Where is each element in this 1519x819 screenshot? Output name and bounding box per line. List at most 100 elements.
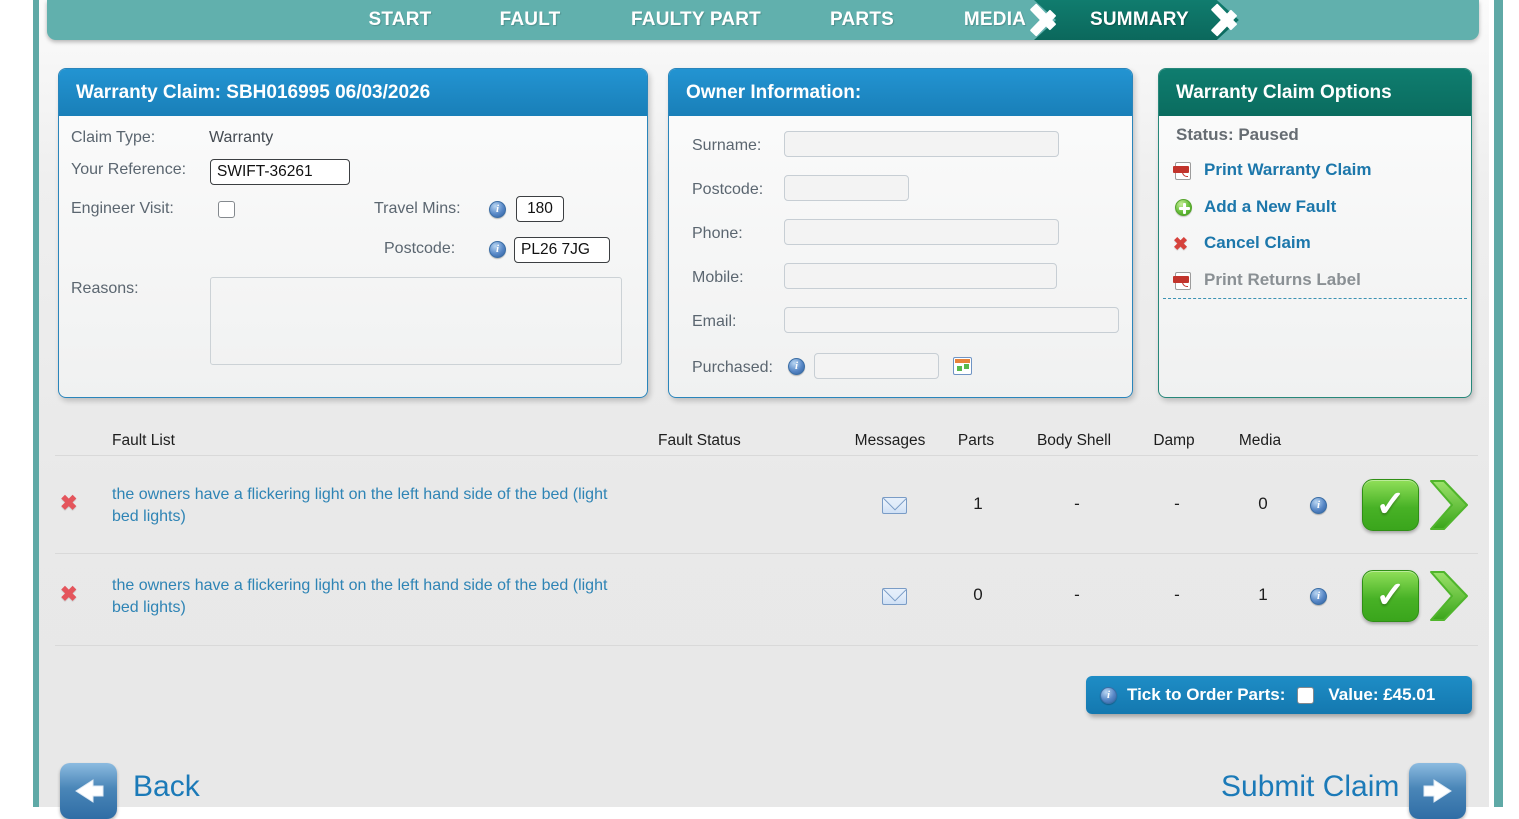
- damp-value: -: [1174, 494, 1180, 513]
- body-shell-value: -: [1074, 585, 1080, 604]
- order-parts-label: Tick to Order Parts:: [1127, 685, 1286, 704]
- surname-label: Surname:: [692, 137, 762, 154]
- nav-step-media[interactable]: MEDIA: [964, 0, 1026, 40]
- submit-claim-button[interactable]: [1409, 763, 1466, 819]
- forward-arrow-icon: [1423, 779, 1452, 803]
- open-fault-arrow-icon[interactable]: [1428, 569, 1470, 623]
- mobile-label: Mobile:: [692, 269, 744, 286]
- pdf-icon: [1173, 272, 1191, 290]
- info-icon[interactable]: [1310, 588, 1327, 605]
- media-count: 1: [1258, 585, 1268, 604]
- delete-fault-icon[interactable]: ✖: [60, 584, 78, 605]
- open-fault-arrow-icon[interactable]: [1428, 478, 1470, 532]
- nav-step-summary-active[interactable]: SUMMARY: [1033, 0, 1240, 40]
- fault-description-link[interactable]: the owners have a flickering light on th…: [112, 575, 630, 619]
- fault-status-header: Fault Status: [658, 432, 741, 449]
- messages-header: Messages: [854, 432, 926, 449]
- phone-input[interactable]: [784, 219, 1059, 245]
- add-new-fault-link[interactable]: Add a New Fault: [1204, 197, 1336, 217]
- fault-complete-check-button[interactable]: [1362, 570, 1419, 622]
- order-parts-checkbox[interactable]: [1297, 686, 1315, 704]
- info-icon[interactable]: [489, 201, 506, 218]
- body-shell-header: Body Shell: [1036, 432, 1112, 449]
- message-envelope-icon[interactable]: [882, 497, 907, 514]
- info-icon[interactable]: [1310, 497, 1327, 514]
- engineer-visit-checkbox[interactable]: [218, 201, 235, 218]
- reasons-textarea[interactable]: [210, 277, 622, 365]
- parts-header: Parts: [957, 432, 995, 449]
- page-left-border: [33, 0, 39, 807]
- body-shell-value: -: [1074, 494, 1080, 513]
- owner-information-title: Owner Information:: [686, 81, 862, 103]
- travel-mins-label: Travel Mins:: [374, 200, 461, 217]
- surname-input[interactable]: [784, 131, 1059, 157]
- nav-step-summary[interactable]: SUMMARY: [1034, 0, 1239, 40]
- your-reference-label: Your Reference:: [71, 161, 187, 178]
- divider: [55, 455, 1478, 456]
- chevron-right-icon: [1033, 0, 1059, 40]
- owner-information-panel-header: Owner Information:: [669, 69, 1132, 116]
- purchased-label: Purchased:: [692, 359, 773, 376]
- order-parts-bar: Tick to Order Parts: Value: £45.01: [1086, 676, 1472, 714]
- print-returns-label-link[interactable]: Print Returns Label: [1204, 270, 1361, 290]
- nav-step-parts[interactable]: PARTS: [830, 0, 894, 40]
- warranty-claim-title: Warranty Claim: SBH016995 06/03/2026: [76, 81, 431, 103]
- divider: [55, 553, 1478, 554]
- email-input[interactable]: [784, 307, 1119, 333]
- damp-header: Damp: [1153, 432, 1195, 449]
- fault-list-header: Fault List: [112, 432, 175, 449]
- mobile-input[interactable]: [784, 263, 1057, 289]
- message-envelope-icon[interactable]: [882, 588, 907, 605]
- step-navigation-bar: START FAULT FAULTY PART PARTS MEDIA SUMM…: [47, 0, 1479, 40]
- claim-type-label: Claim Type:: [71, 129, 156, 146]
- add-icon: [1175, 199, 1192, 216]
- fault-description-link[interactable]: the owners have a flickering light on th…: [112, 484, 630, 528]
- cancel-icon: ✖: [1173, 234, 1189, 254]
- purchased-date-input[interactable]: [814, 353, 939, 379]
- your-reference-input[interactable]: [210, 159, 350, 185]
- divider: [1163, 298, 1467, 299]
- divider: [55, 645, 1478, 646]
- travel-mins-input[interactable]: [516, 196, 564, 222]
- nav-step-start[interactable]: START: [369, 0, 432, 40]
- nav-step-fault[interactable]: FAULT: [500, 0, 561, 40]
- info-icon[interactable]: [1100, 686, 1117, 704]
- damp-value: -: [1174, 585, 1180, 604]
- claim-type-value: Warranty: [209, 129, 274, 146]
- reasons-label: Reasons:: [71, 280, 139, 297]
- warranty-claim-panel-header: Warranty Claim: SBH016995 06/03/2026: [59, 69, 647, 116]
- delete-fault-icon[interactable]: ✖: [60, 493, 78, 514]
- warranty-claim-options-panel: Warranty Claim Options Status: Paused Pr…: [1158, 68, 1472, 398]
- back-label[interactable]: Back: [133, 770, 200, 804]
- nav-step-faulty-part[interactable]: FAULTY PART: [631, 0, 761, 40]
- cancel-claim-link[interactable]: Cancel Claim: [1204, 233, 1311, 253]
- parts-count: 1: [973, 494, 983, 513]
- visit-postcode-label: Postcode:: [384, 240, 456, 257]
- visit-postcode-input[interactable]: [514, 237, 610, 263]
- info-icon[interactable]: [788, 358, 805, 375]
- info-icon[interactable]: [489, 241, 506, 258]
- pdf-icon: [1173, 162, 1191, 180]
- owner-information-panel: Owner Information: Surname: Postcode: Ph…: [668, 68, 1133, 398]
- fault-complete-check-button[interactable]: [1362, 479, 1419, 531]
- calendar-icon[interactable]: [953, 357, 972, 375]
- owner-postcode-input[interactable]: [784, 175, 909, 201]
- warranty-claim-options-header: Warranty Claim Options: [1159, 69, 1471, 116]
- print-warranty-claim-link[interactable]: Print Warranty Claim: [1204, 160, 1372, 180]
- order-parts-value: Value: £45.01: [1328, 685, 1436, 704]
- back-arrow-icon: [74, 779, 103, 803]
- phone-label: Phone:: [692, 225, 743, 242]
- media-count: 0: [1258, 494, 1268, 513]
- email-label: Email:: [692, 313, 737, 330]
- submit-claim-label[interactable]: Submit Claim: [1221, 770, 1399, 804]
- engineer-visit-label: Engineer Visit:: [71, 200, 174, 217]
- warranty-claim-panel: Warranty Claim: SBH016995 06/03/2026 Cla…: [58, 68, 648, 398]
- status-text: Status: Paused: [1176, 125, 1299, 144]
- parts-count: 0: [973, 585, 983, 604]
- page-right-border: [1494, 0, 1503, 807]
- owner-postcode-label: Postcode:: [692, 181, 764, 198]
- back-button[interactable]: [60, 763, 117, 819]
- media-header: Media: [1238, 432, 1282, 449]
- chevron-right-icon: [1214, 0, 1240, 40]
- warranty-claim-options-title: Warranty Claim Options: [1176, 81, 1392, 103]
